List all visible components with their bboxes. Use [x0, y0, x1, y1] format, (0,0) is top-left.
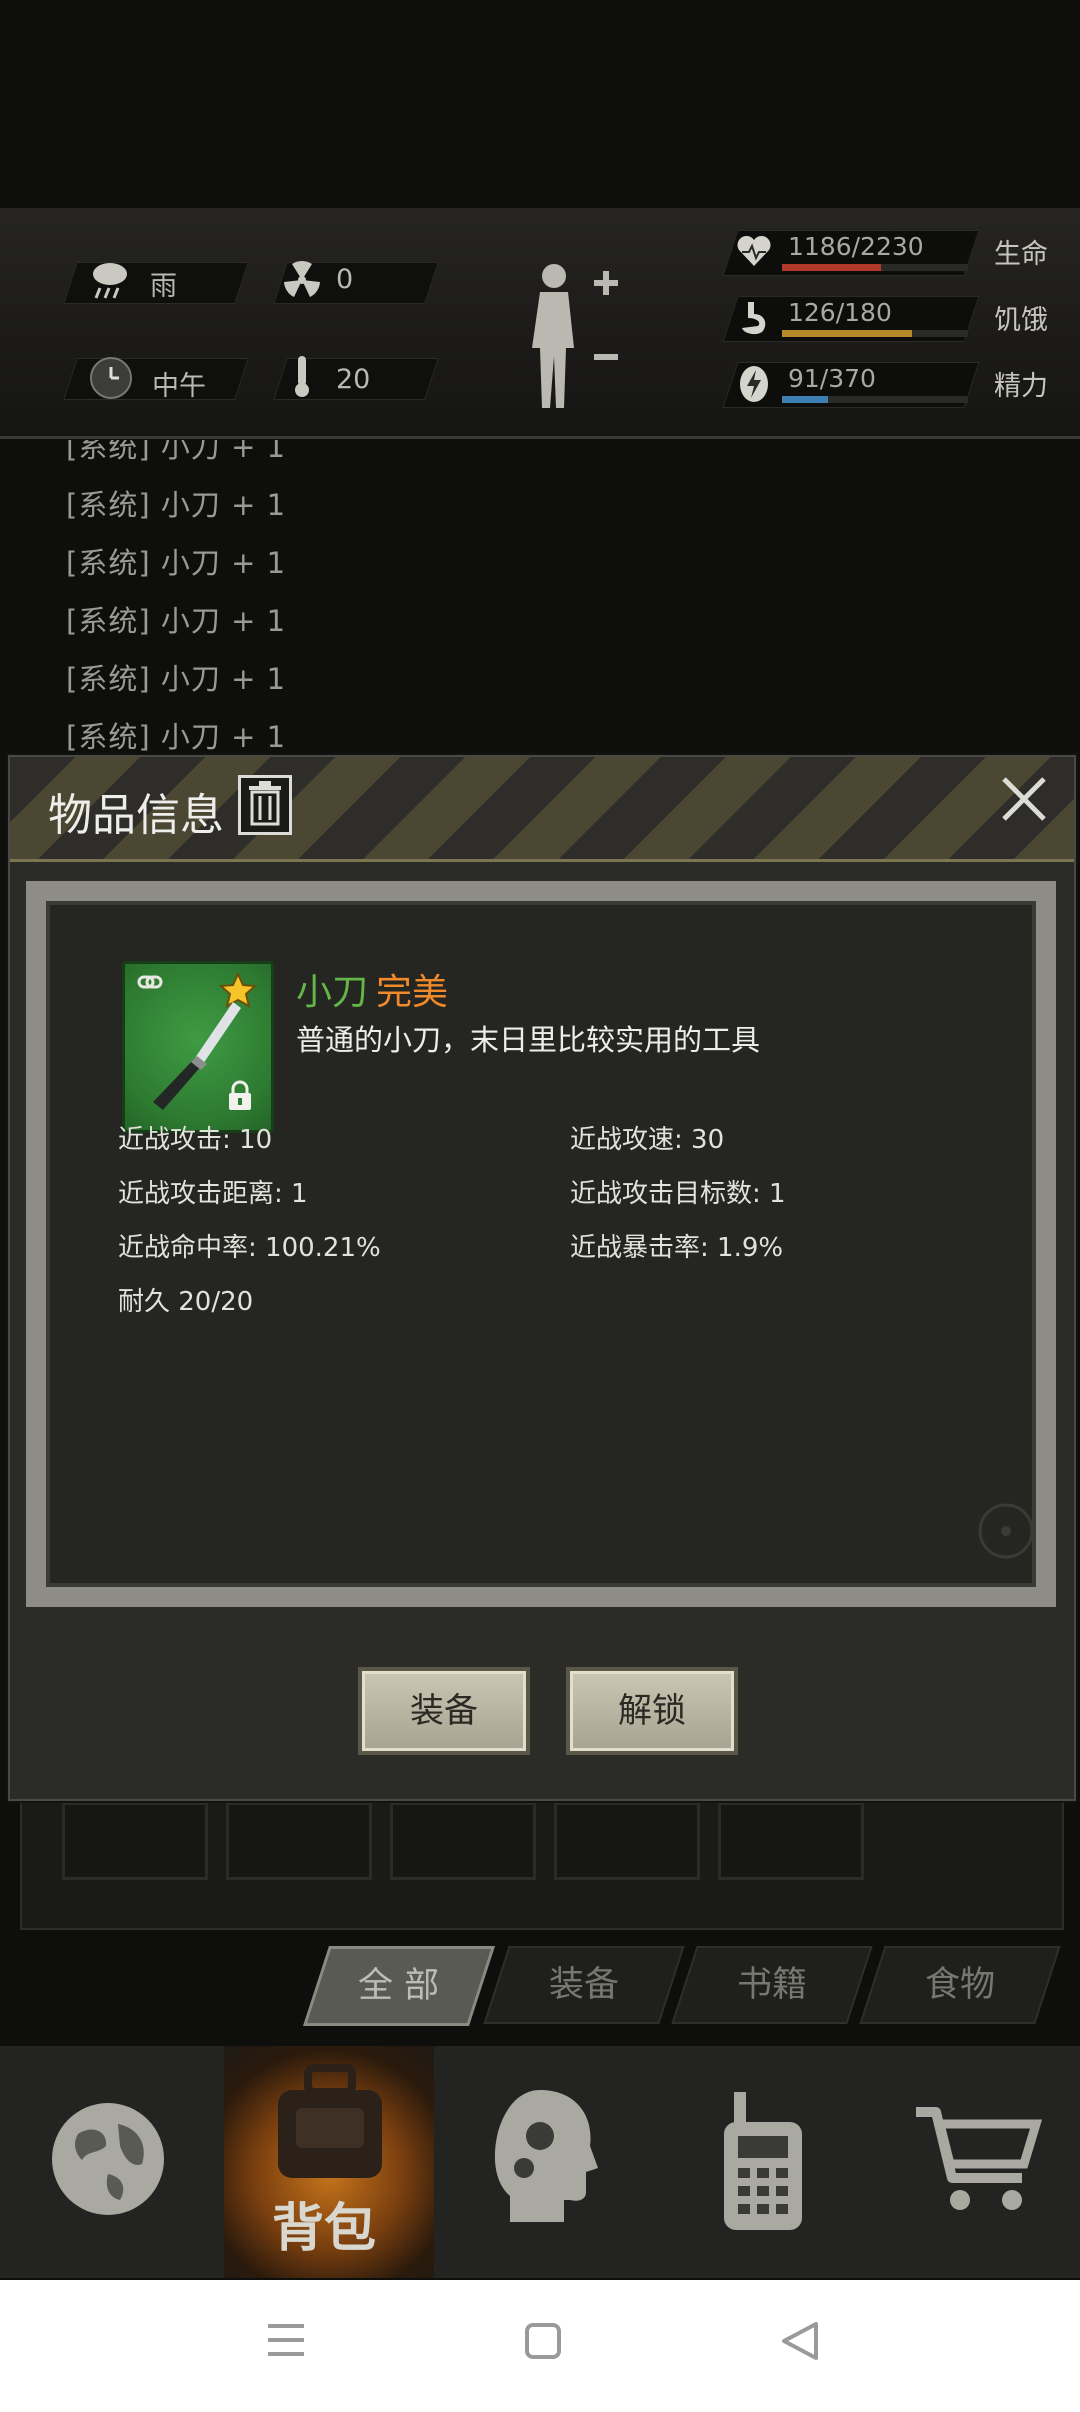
stat-durability: 耐久 20/20: [118, 1287, 254, 1317]
energy-fill: [782, 396, 828, 403]
bottom-nav: 背包: [0, 2046, 1080, 2278]
back-icon[interactable]: [780, 2320, 820, 2366]
stat-crit-rate: 近战暴击率: 1.9%: [570, 1233, 784, 1263]
inventory-grid: [20, 1800, 1064, 1930]
nav-backpack-label: 背包: [272, 2199, 377, 2259]
globe-icon: [48, 2094, 168, 2228]
thermometer-icon: [292, 354, 312, 402]
head-gears-icon: [490, 2086, 600, 2230]
item-name: 小刀: [296, 972, 369, 1013]
radiation-watermark-icon: [978, 1503, 1034, 1559]
inventory-slot[interactable]: [390, 1802, 536, 1880]
log-line: [系统] 小刀 + 1: [66, 546, 287, 580]
radiation-value: 0: [336, 264, 354, 295]
home-icon[interactable]: [524, 2322, 562, 2364]
time-text: 中午: [152, 371, 206, 402]
stomach-icon: [738, 300, 770, 340]
item-info-panel: 小刀 完美 普通的小刀，末日里比较实用的工具 近战攻击: 10 近战攻速: 30 …: [26, 881, 1056, 1607]
log-line: [系统] 小刀 + 1: [66, 440, 287, 464]
health-label: 生命: [994, 239, 1048, 270]
trash-icon: [249, 781, 281, 826]
equip-button[interactable]: 装备: [358, 1667, 530, 1755]
item-description: 普通的小刀，末日里比较实用的工具: [296, 1023, 761, 1057]
hunger-track: [782, 330, 968, 337]
inventory-slot[interactable]: [226, 1802, 372, 1880]
clock-icon: [90, 357, 132, 399]
tab-books[interactable]: 书籍: [671, 1946, 873, 2024]
nav-skills[interactable]: [440, 2046, 650, 2278]
log-line: [系统] 小刀 + 1: [66, 662, 287, 696]
hunger-value: 126/180: [788, 298, 892, 327]
unlock-button[interactable]: 解锁: [566, 1667, 738, 1755]
menu-icon[interactable]: [266, 2320, 306, 2364]
temperature-value: 20: [336, 364, 371, 395]
modal-header: 物品信息: [10, 757, 1074, 862]
backpack-icon: [272, 2064, 388, 2188]
stat-melee-targets: 近战攻击目标数: 1: [570, 1179, 786, 1209]
body-status-icon[interactable]: [520, 258, 626, 418]
lock-icon: [229, 1080, 251, 1110]
tab-books-label: 书籍: [736, 1965, 807, 2005]
nav-radio[interactable]: [660, 2046, 870, 2278]
discard-button[interactable]: [238, 775, 292, 835]
nav-backpack[interactable]: 背包: [224, 2046, 434, 2278]
rain-cloud-icon: [90, 258, 130, 306]
radiation-icon: [282, 260, 322, 304]
status-panel: 雨 0 中午 20 1186/2230 生命 126/180 饥饿 91/370…: [0, 208, 1080, 439]
nav-shop[interactable]: [870, 2046, 1080, 2278]
item-icon-frame: [122, 961, 274, 1133]
tab-food[interactable]: 食物: [859, 1946, 1061, 2024]
inventory-slot[interactable]: [718, 1802, 864, 1880]
health-track: [782, 264, 968, 271]
log-line: [系统] 小刀 + 1: [66, 604, 287, 638]
energy-value: 91/370: [788, 364, 876, 393]
stat-melee-range: 近战攻击距离: 1: [118, 1179, 308, 1209]
health-fill: [782, 264, 881, 271]
energy-icon: [738, 364, 770, 408]
system-nav-bar: [0, 2280, 1080, 2412]
item-info-inner: 小刀 完美 普通的小刀，末日里比较实用的工具 近战攻击: 10 近战攻速: 30 …: [46, 901, 1036, 1587]
tab-food-label: 食物: [924, 1965, 995, 2005]
item-info-modal: 物品信息 小刀 完美 普通的小刀，末日里比较实用的工具 近战攻击: 10 近战攻速…: [8, 755, 1076, 1801]
energy-track: [782, 396, 968, 403]
tab-all[interactable]: 全 部: [303, 1946, 495, 2026]
close-icon: [1002, 777, 1046, 821]
tab-all-label: 全 部: [358, 1966, 440, 2006]
close-button[interactable]: [994, 769, 1054, 829]
stat-melee-attack: 近战攻击: 10: [118, 1125, 273, 1155]
hunger-fill: [782, 330, 913, 337]
heart-icon: [736, 234, 772, 272]
log-line: [系统] 小刀 + 1: [66, 720, 287, 754]
health-value: 1186/2230: [788, 232, 924, 261]
inventory-slot[interactable]: [554, 1802, 700, 1880]
energy-label: 精力: [994, 371, 1048, 402]
link-icon: [137, 975, 163, 989]
tab-equipment[interactable]: 装备: [483, 1946, 685, 2024]
cart-icon: [912, 2104, 1043, 2218]
item-name-line: 小刀 完美: [296, 963, 448, 1015]
stat-melee-speed: 近战攻速: 30: [570, 1125, 725, 1155]
inventory-slot[interactable]: [62, 1802, 208, 1880]
message-log[interactable]: [系统] 小刀 + 1 [系统] 小刀 + 1 [系统] 小刀 + 1 [系统]…: [0, 440, 1080, 755]
weather-text: 雨: [150, 271, 177, 302]
modal-title: 物品信息: [48, 790, 224, 841]
nav-map[interactable]: [0, 2046, 210, 2278]
log-line: [系统] 小刀 + 1: [66, 488, 287, 522]
item-grade: 完美: [376, 972, 449, 1013]
walkie-talkie-icon: [718, 2092, 808, 2236]
stat-hit-rate: 近战命中率: 100.21%: [118, 1233, 381, 1263]
tab-equipment-label: 装备: [548, 1965, 619, 2005]
hunger-label: 饥饿: [994, 305, 1048, 336]
